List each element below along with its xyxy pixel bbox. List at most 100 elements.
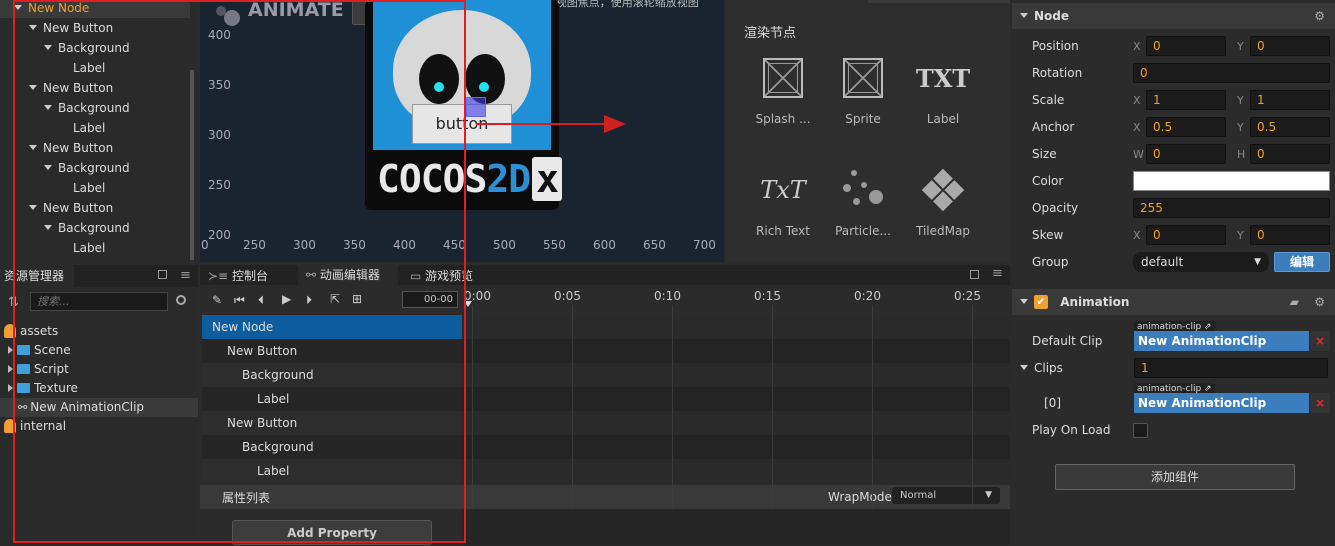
hierarchy-item[interactable]: Label [0, 178, 190, 198]
menu-icon[interactable]: ≡ [180, 268, 191, 283]
timeline-track-row[interactable] [462, 315, 1010, 339]
skew-x-input[interactable]: 0 [1146, 225, 1226, 245]
timeline-track-row[interactable] [462, 435, 1010, 459]
editor-menu-icon[interactable]: ≡ [992, 266, 1003, 281]
library-item[interactable]: TxT Rich Text [743, 168, 823, 238]
library-item[interactable]: TiledMap [903, 168, 983, 238]
timeline-track-row[interactable] [462, 339, 1010, 363]
expand-arrow-icon[interactable] [29, 25, 37, 30]
expand-arrow-icon[interactable] [44, 45, 52, 50]
anchor-y-input[interactable]: 0.5 [1250, 117, 1330, 137]
asset-item[interactable]: assets [0, 322, 198, 341]
expand-arrow-icon[interactable] [8, 383, 13, 392]
anchor-x-input[interactable]: 0.5 [1146, 117, 1226, 137]
timeline-header[interactable] [462, 287, 1010, 315]
expand-arrow-icon[interactable] [29, 205, 37, 210]
group-select[interactable]: default ▼ [1133, 252, 1269, 272]
skew-y-input[interactable]: 0 [1250, 225, 1330, 245]
hierarchy-item[interactable]: Background [0, 38, 190, 58]
asset-item[interactable]: Scene [0, 341, 198, 360]
hierarchy-item[interactable]: New Button [0, 78, 190, 98]
jump-first-icon[interactable]: ⏮ [234, 293, 245, 308]
asset-item[interactable]: internal [0, 417, 198, 436]
library-item[interactable]: Sprite [823, 56, 903, 126]
animation-enabled-checkbox[interactable]: ✔ [1034, 295, 1048, 309]
group-edit-button[interactable]: 编辑 [1274, 252, 1330, 272]
add-keyframe-icon[interactable]: ⊞ [352, 292, 362, 306]
timeline-track-row[interactable] [462, 363, 1010, 387]
tab-animation-editor[interactable]: ⚯ 动画编辑器 [298, 265, 398, 285]
hierarchy-item[interactable]: New Button [0, 18, 190, 38]
add-event-icon[interactable]: ⇱ [330, 292, 340, 306]
timeline-track-row[interactable] [462, 387, 1010, 411]
animation-doc-icon[interactable]: ▰ [1290, 289, 1299, 315]
scale-x-input[interactable]: 1 [1146, 90, 1226, 110]
library-item[interactable]: Splash ... [743, 56, 823, 126]
rotation-input[interactable]: 0 [1133, 63, 1330, 83]
expand-arrow-icon[interactable] [14, 5, 22, 10]
anim-track-node[interactable]: Background [202, 435, 462, 459]
expand-arrow-icon[interactable] [29, 145, 37, 150]
library-item[interactable]: Particle... [823, 168, 903, 238]
hierarchy-scrollbar[interactable] [190, 70, 194, 260]
assets-search-input[interactable] [30, 292, 168, 311]
timeline-track-row[interactable] [462, 459, 1010, 483]
scale-y-input[interactable]: 1 [1250, 90, 1330, 110]
library-item[interactable]: TXT Label [903, 56, 983, 127]
anim-track-node[interactable]: Background [202, 363, 462, 387]
move-gizmo-x-axis[interactable] [476, 123, 606, 125]
add-component-button[interactable]: 添加组件 [1055, 464, 1295, 490]
wrapmode-select[interactable]: Normal ▼ [892, 487, 1000, 504]
color-swatch[interactable] [1133, 171, 1330, 191]
animation-section-header[interactable]: ✔ Animation ▰ ⚙ [1012, 289, 1335, 315]
play-icon[interactable]: ▶ [282, 292, 291, 306]
playhead-icon[interactable] [464, 301, 472, 307]
hierarchy-item[interactable]: Label [0, 238, 190, 258]
asset-item[interactable]: ⚯ New AnimationClip [0, 398, 198, 417]
hierarchy-item[interactable]: New Button [0, 138, 190, 158]
search-icon[interactable] [176, 295, 186, 305]
hierarchy-item[interactable]: Label [0, 58, 190, 78]
default-clip-clear-button[interactable]: × [1310, 331, 1330, 351]
add-property-button[interactable]: Add Property [232, 520, 432, 545]
tab-assets[interactable]: 资源管理器 [0, 265, 74, 287]
next-frame-icon[interactable]: ⏵ [306, 293, 312, 308]
editor-popout-icon[interactable] [970, 270, 979, 279]
position-x-input[interactable]: 0 [1146, 36, 1226, 56]
animation-settings-gear-icon[interactable]: ⚙ [1314, 289, 1325, 315]
timeline-track-row[interactable] [462, 411, 1010, 435]
clip-0-clear-button[interactable]: × [1310, 393, 1330, 413]
size-h-input[interactable]: 0 [1250, 144, 1330, 164]
expand-arrow-icon[interactable] [8, 364, 13, 373]
edit-mode-icon[interactable]: ✎ [212, 293, 222, 307]
prev-frame-icon[interactable]: ⏴ [258, 293, 264, 308]
expand-arrow-icon[interactable] [44, 225, 52, 230]
tab-game-preview[interactable]: ▭ 游戏预览 [410, 267, 473, 284]
play-on-load-checkbox[interactable] [1133, 423, 1148, 438]
frame-input[interactable]: 00-00 [402, 291, 458, 308]
position-y-input[interactable]: 0 [1250, 36, 1330, 56]
clips-count-field[interactable]: 1 [1134, 358, 1328, 378]
asset-item[interactable]: Texture [0, 379, 198, 398]
expand-arrow-icon[interactable] [44, 105, 52, 110]
hierarchy-item[interactable]: Background [0, 218, 190, 238]
size-w-input[interactable]: 0 [1146, 144, 1226, 164]
anim-track-node[interactable]: New Node [202, 315, 462, 339]
anim-track-node[interactable]: New Button [202, 339, 462, 363]
tab-console[interactable]: ≻≡ 控制台 [208, 267, 268, 284]
asset-item[interactable]: Script [0, 360, 198, 379]
default-clip-field[interactable]: New AnimationClip [1134, 331, 1309, 351]
sort-icon[interactable]: ⇅ [8, 295, 19, 310]
anim-track-node[interactable]: Label [202, 387, 462, 411]
anim-track-node[interactable]: New Button [202, 411, 462, 435]
opacity-input[interactable]: 255 [1133, 198, 1330, 218]
transform-handle-center[interactable] [466, 97, 486, 117]
clips-label[interactable]: Clips [1020, 361, 1063, 375]
hierarchy-item[interactable]: New Button [0, 198, 190, 218]
node-section-header[interactable]: Node ⚙ [1012, 3, 1335, 29]
hierarchy-item[interactable]: New Node [0, 0, 190, 18]
anim-track-node[interactable]: Label [202, 459, 462, 483]
expand-arrow-icon[interactable] [29, 85, 37, 90]
expand-arrow-icon[interactable] [44, 165, 52, 170]
expand-arrow-icon[interactable] [8, 345, 13, 354]
